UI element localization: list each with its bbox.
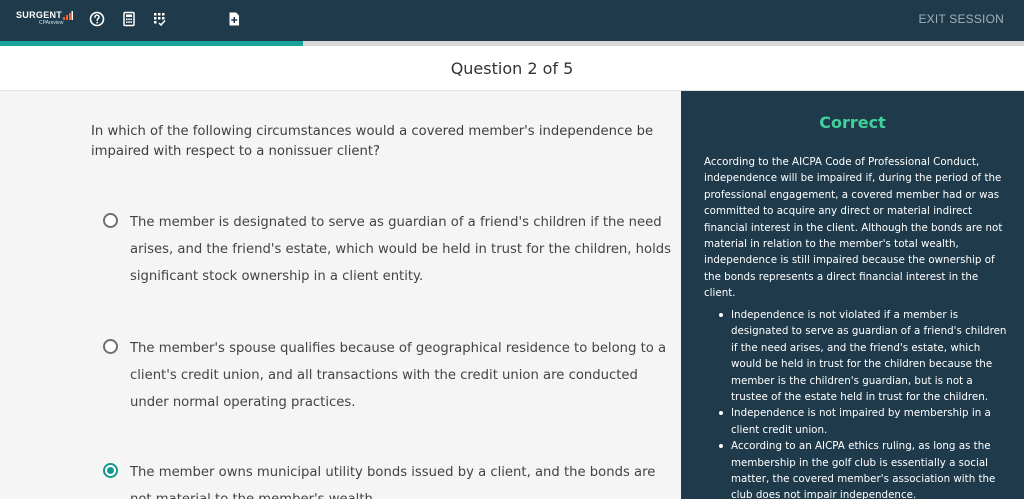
explanation-bullets: Independence is not violated if a member…: [704, 307, 1008, 499]
surgent-logo: SURGENT CPAreview: [16, 10, 73, 31]
question-title: Question 2 of 5: [450, 59, 574, 78]
add-document-icon[interactable]: [225, 10, 243, 28]
radio-button-selected[interactable]: [103, 463, 118, 478]
logo-bars-icon: [63, 11, 73, 20]
explanation-bullet: Independence is not violated if a member…: [704, 307, 1008, 405]
answer-option-text: The member's spouse qualifies because of…: [130, 341, 667, 410]
radio-button[interactable]: [103, 213, 118, 228]
explanation-bullet: According to an AICPA ethics ruling, as …: [704, 438, 1008, 499]
explanation-text: According to the AICPA Code of Professio…: [704, 156, 1003, 300]
answer-option-text: The member owns municipal utility bonds …: [130, 465, 656, 499]
feedback-panel: Correct According to the AICPA Code of P…: [681, 91, 1024, 499]
answer-option-text: The member is designated to serve as gua…: [130, 215, 672, 284]
exit-session-button[interactable]: EXIT SESSION: [918, 12, 1004, 26]
top-bar: SURGENT CPAreview EXIT SESSION: [0, 0, 1024, 41]
result-label: Correct: [819, 113, 886, 132]
calculator-icon[interactable]: [120, 10, 138, 28]
help-icon[interactable]: [88, 10, 106, 28]
explanation-bullet: Independence is not impaired by membersh…: [704, 405, 1008, 438]
logo-text: SURGENT: [16, 10, 63, 20]
spreadsheet-icon[interactable]: [151, 10, 169, 28]
radio-button[interactable]: [103, 339, 118, 354]
logo-subtext: CPAreview: [39, 20, 64, 26]
question-prompt: In which of the following circumstances …: [91, 124, 654, 159]
question-header: Question 2 of 5: [0, 46, 1024, 91]
question-panel: In which of the following circumstances …: [0, 91, 681, 499]
